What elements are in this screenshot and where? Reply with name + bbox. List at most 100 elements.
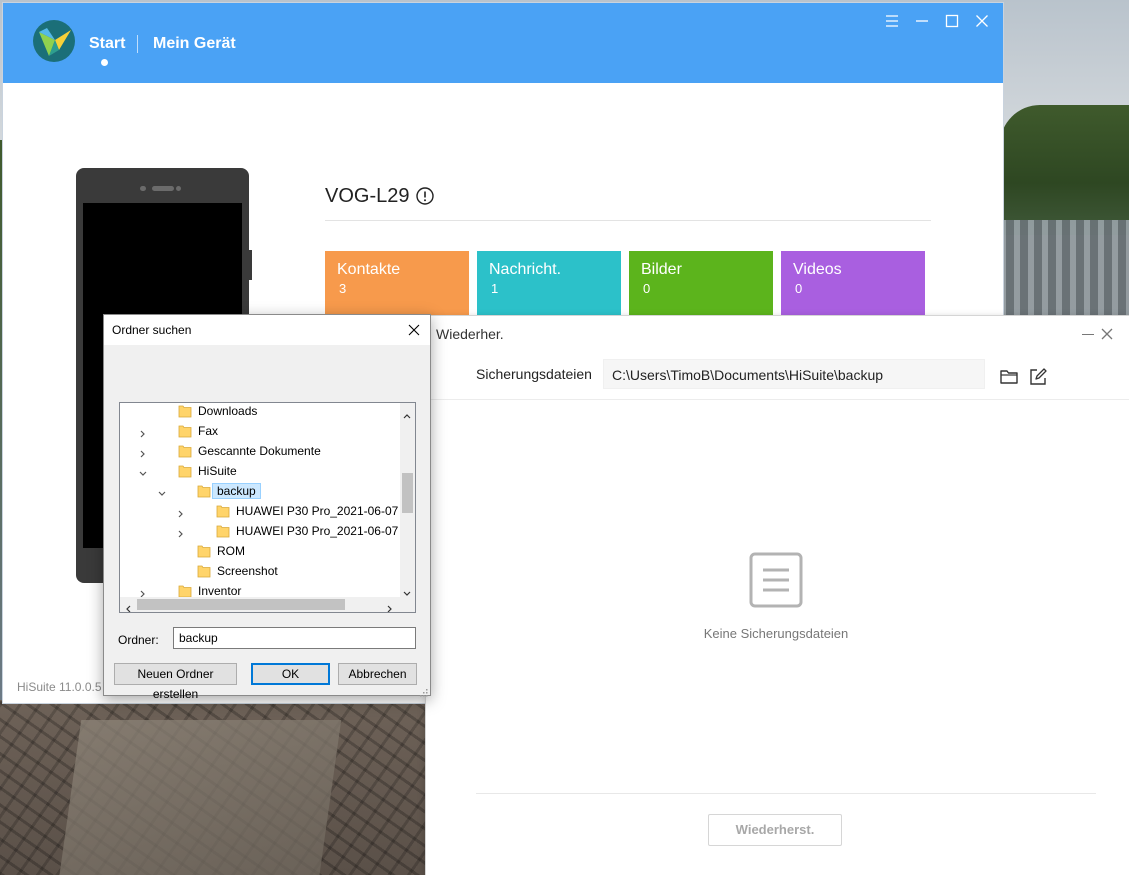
- folder-icon: [178, 444, 192, 458]
- folder-icon: [178, 584, 192, 598]
- background-hill: [1000, 105, 1129, 235]
- empty-state-text: Keine Sicherungsdateien: [703, 626, 849, 641]
- tree-item[interactable]: Fax: [120, 421, 400, 441]
- folder-icon: [178, 404, 192, 418]
- tree-item-label: Fax: [198, 424, 219, 438]
- tree-item[interactable]: Screenshot: [120, 561, 400, 581]
- minimize-icon[interactable]: [1082, 334, 1094, 335]
- folder-icon: [197, 484, 211, 498]
- tree-item[interactable]: Gescannte Dokumente: [120, 441, 400, 461]
- horizontal-scrollbar[interactable]: [120, 597, 400, 612]
- phone-speaker: [152, 186, 174, 191]
- restore-dialog: Wiederher. Sicherungsdateien C:\Users\Ti…: [426, 316, 1129, 875]
- minimize-icon[interactable]: [914, 13, 930, 29]
- resize-grip-icon[interactable]: [418, 684, 428, 697]
- scroll-up-arrow-icon[interactable]: [403, 407, 411, 419]
- folder-icon: [216, 524, 230, 538]
- tile-videos[interactable]: Videos 0: [781, 251, 925, 323]
- background-path: [58, 720, 342, 875]
- tile-label: Nachricht.: [489, 261, 562, 278]
- tile-count: 0: [643, 281, 651, 296]
- close-icon[interactable]: [1099, 326, 1115, 342]
- phone-side-button: [249, 250, 252, 280]
- nav-start-tab[interactable]: Start: [89, 35, 125, 53]
- tree-item-label: Gescannte Dokumente: [198, 444, 321, 458]
- nav-separator: [137, 35, 138, 53]
- phone-camera: [140, 186, 146, 191]
- tree-item-label: HiSuite: [198, 464, 237, 478]
- chevron-right-icon[interactable]: [139, 587, 147, 598]
- chevron-down-icon[interactable]: [139, 467, 147, 476]
- tree-item-label: Inventor: [198, 584, 242, 598]
- tree-item-label: HUAWEI P30 Pro_2021-06-07 00: [236, 504, 415, 518]
- folder-icon: [178, 424, 192, 438]
- hisuite-logo-icon[interactable]: [33, 20, 75, 62]
- menu-icon[interactable]: [884, 13, 900, 29]
- tree-item[interactable]: HiSuite: [120, 461, 400, 481]
- folder-open-icon[interactable]: [1000, 368, 1018, 384]
- browse-folder-titlebar: Ordner suchen: [104, 315, 430, 345]
- tile-pictures[interactable]: Bilder 0: [629, 251, 773, 323]
- maximize-icon[interactable]: [944, 13, 960, 29]
- restore-footer-divider: [476, 793, 1096, 794]
- folder-icon: [216, 504, 230, 518]
- vertical-scrollbar[interactable]: [400, 403, 415, 597]
- scrollbar-corner: [400, 597, 415, 612]
- tree-item-label: HUAWEI P30 Pro_2021-06-07 01: [236, 524, 415, 538]
- ok-button[interactable]: OK: [251, 663, 330, 685]
- chevron-down-icon[interactable]: [158, 487, 166, 496]
- restore-button[interactable]: Wiederherst.: [708, 814, 842, 846]
- nav-my-device-tab[interactable]: Mein Gerät: [153, 35, 236, 53]
- folder-icon: [197, 564, 211, 578]
- tile-label: Bilder: [641, 261, 682, 278]
- chevron-right-icon[interactable]: [177, 527, 185, 538]
- restore-dialog-title: Wiederher.: [436, 326, 504, 342]
- close-icon[interactable]: [974, 13, 990, 29]
- app-titlebar: Start Mein Gerät: [3, 3, 1003, 83]
- folder-icon: [178, 464, 192, 478]
- tile-label: Kontakte: [337, 261, 401, 278]
- chevron-right-icon[interactable]: [177, 507, 185, 518]
- folder-label: Ordner:: [118, 633, 159, 647]
- tile-messages[interactable]: Nachricht. 1: [477, 251, 621, 323]
- backup-files-label: Sicherungsdateien: [476, 366, 592, 382]
- tile-count: 1: [491, 281, 499, 296]
- document-icon: [749, 552, 803, 608]
- tile-contacts[interactable]: Kontakte 3: [325, 251, 469, 323]
- folder-tree[interactable]: Inventor Screenshot ROM HUAWEI P30 Pro_2021…: [119, 402, 416, 613]
- device-name: VOG-L29: [325, 185, 410, 207]
- folder-name-input[interactable]: backup: [173, 627, 416, 649]
- restore-header-divider: [426, 399, 1129, 400]
- folder-icon: [197, 544, 211, 558]
- browse-folder-title: Ordner suchen: [112, 323, 192, 337]
- scroll-left-arrow-icon[interactable]: [124, 600, 132, 612]
- tree-item-label: Screenshot: [217, 564, 278, 578]
- tree-item[interactable]: ROM: [120, 541, 400, 561]
- tree-item[interactable]: backup: [120, 481, 400, 501]
- tree-item-label: backup: [212, 483, 261, 499]
- tile-count: 3: [339, 281, 347, 296]
- cancel-button[interactable]: Abbrechen: [338, 663, 417, 685]
- info-icon[interactable]: [416, 187, 434, 205]
- horizontal-scroll-thumb[interactable]: [137, 599, 345, 610]
- background-railing: [1000, 220, 1129, 320]
- backup-path-field[interactable]: C:\Users\TimoB\Documents\HiSuite\backup: [603, 359, 985, 389]
- tree-item[interactable]: HUAWEI P30 Pro_2021-06-07 00: [120, 501, 415, 521]
- tree-item-label: ROM: [217, 544, 245, 558]
- tile-count: 0: [795, 281, 803, 296]
- device-divider: [325, 220, 931, 221]
- edit-icon[interactable]: [1029, 368, 1047, 385]
- close-icon[interactable]: [408, 323, 420, 336]
- tile-label: Videos: [793, 261, 842, 278]
- tree-item[interactable]: Downloads: [120, 403, 400, 421]
- vertical-scroll-thumb[interactable]: [402, 473, 413, 513]
- nav-active-indicator: [101, 59, 108, 66]
- tree-item[interactable]: HUAWEI P30 Pro_2021-06-07 01: [120, 521, 415, 541]
- new-folder-button[interactable]: Neuen Ordner erstellen: [114, 663, 237, 701]
- version-text: HiSuite 11.0.0.5: [17, 680, 102, 694]
- scroll-right-arrow-icon[interactable]: [386, 600, 394, 612]
- scroll-down-arrow-icon[interactable]: [403, 585, 411, 596]
- chevron-right-icon[interactable]: [139, 427, 147, 438]
- chevron-right-icon[interactable]: [139, 447, 147, 458]
- tree-item-label: Downloads: [198, 404, 258, 418]
